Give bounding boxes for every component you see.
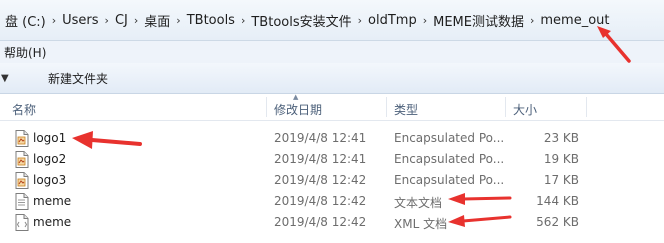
file-type: 文本文档 bbox=[394, 196, 443, 210]
organize-dropdown-arrow[interactable]: ▼ bbox=[0, 73, 15, 84]
file-size: 144 KB bbox=[536, 194, 579, 208]
file-date: 2019/4/8 12:42 bbox=[274, 194, 367, 208]
sort-indicator-icon: ▲ bbox=[293, 93, 299, 101]
file-name: logo2 bbox=[33, 152, 67, 166]
menu-help[interactable]: 帮助(H) bbox=[0, 44, 50, 61]
file-name: logo3 bbox=[33, 173, 67, 187]
column-header-size[interactable]: 大小 bbox=[513, 101, 537, 118]
file-name: meme bbox=[33, 194, 72, 208]
column-divider[interactable] bbox=[266, 97, 267, 117]
toolbar: ▼ 新建文件夹 bbox=[0, 63, 664, 94]
file-row[interactable]: logo1 2019/4/8 12:41 Encapsulated Po... … bbox=[0, 128, 664, 149]
xml-file-icon bbox=[15, 214, 29, 231]
column-header-date[interactable]: 修改日期 bbox=[274, 101, 322, 118]
new-folder-button[interactable]: 新建文件夹 bbox=[48, 70, 108, 87]
breadcrumb-oldtmp[interactable]: oldTmp bbox=[363, 13, 422, 28]
column-divider[interactable] bbox=[505, 97, 506, 117]
file-list: logo1 2019/4/8 12:41 Encapsulated Po... … bbox=[0, 128, 664, 233]
column-header-type[interactable]: 类型 bbox=[394, 101, 418, 118]
file-date: 2019/4/8 12:42 bbox=[274, 173, 367, 187]
file-date: 2019/4/8 12:41 bbox=[274, 152, 367, 166]
file-type: Encapsulated Po... bbox=[394, 131, 505, 145]
breadcrumb-users[interactable]: Users bbox=[57, 13, 103, 28]
file-row[interactable]: meme 2019/4/8 12:42 文本文档 144 KB bbox=[0, 191, 664, 212]
file-date: 2019/4/8 12:42 bbox=[274, 215, 367, 229]
file-size: 562 KB bbox=[536, 215, 579, 229]
menu-bar: 帮助(H) bbox=[0, 41, 664, 64]
file-date: 2019/4/8 12:41 bbox=[274, 131, 367, 145]
column-divider[interactable] bbox=[586, 97, 587, 117]
file-type: XML 文档 bbox=[394, 217, 448, 231]
file-size: 23 KB bbox=[543, 131, 579, 145]
breadcrumb: 盘 (C:) › Users › CJ › 桌面 › TBtools › TBt… bbox=[0, 7, 615, 33]
file-size: 17 KB bbox=[543, 173, 579, 187]
column-header-row: 名称 ▲ 修改日期 类型 大小 bbox=[0, 93, 664, 121]
eps-file-icon bbox=[15, 151, 29, 168]
eps-file-icon bbox=[15, 172, 29, 189]
file-row[interactable]: logo3 2019/4/8 12:42 Encapsulated Po... … bbox=[0, 170, 664, 191]
file-type: Encapsulated Po... bbox=[394, 152, 505, 166]
file-type: Encapsulated Po... bbox=[394, 173, 505, 187]
eps-file-icon bbox=[15, 130, 29, 147]
breadcrumb-tbtools-install[interactable]: TBtools安装文件 bbox=[246, 11, 356, 30]
breadcrumb-drive[interactable]: 盘 (C:) bbox=[0, 11, 51, 30]
text-file-icon bbox=[15, 193, 29, 210]
column-header-name[interactable]: 名称 bbox=[12, 101, 36, 118]
breadcrumb-desktop[interactable]: 桌面 bbox=[139, 11, 175, 30]
file-row[interactable]: logo2 2019/4/8 12:41 Encapsulated Po... … bbox=[0, 149, 664, 170]
file-name: meme bbox=[33, 215, 72, 229]
breadcrumb-meme-out[interactable]: meme_out bbox=[535, 13, 614, 28]
breadcrumb-cj[interactable]: CJ bbox=[110, 13, 133, 28]
file-size: 19 KB bbox=[543, 152, 579, 166]
breadcrumb-meme-test-data[interactable]: MEME测试数据 bbox=[428, 11, 529, 30]
column-divider[interactable] bbox=[386, 97, 387, 117]
address-bar[interactable]: 盘 (C:) › Users › CJ › 桌面 › TBtools › TBt… bbox=[0, 0, 664, 41]
file-name: logo1 bbox=[33, 131, 67, 145]
file-row[interactable]: meme 2019/4/8 12:42 XML 文档 562 KB bbox=[0, 212, 664, 233]
breadcrumb-tbtools[interactable]: TBtools bbox=[182, 13, 240, 28]
